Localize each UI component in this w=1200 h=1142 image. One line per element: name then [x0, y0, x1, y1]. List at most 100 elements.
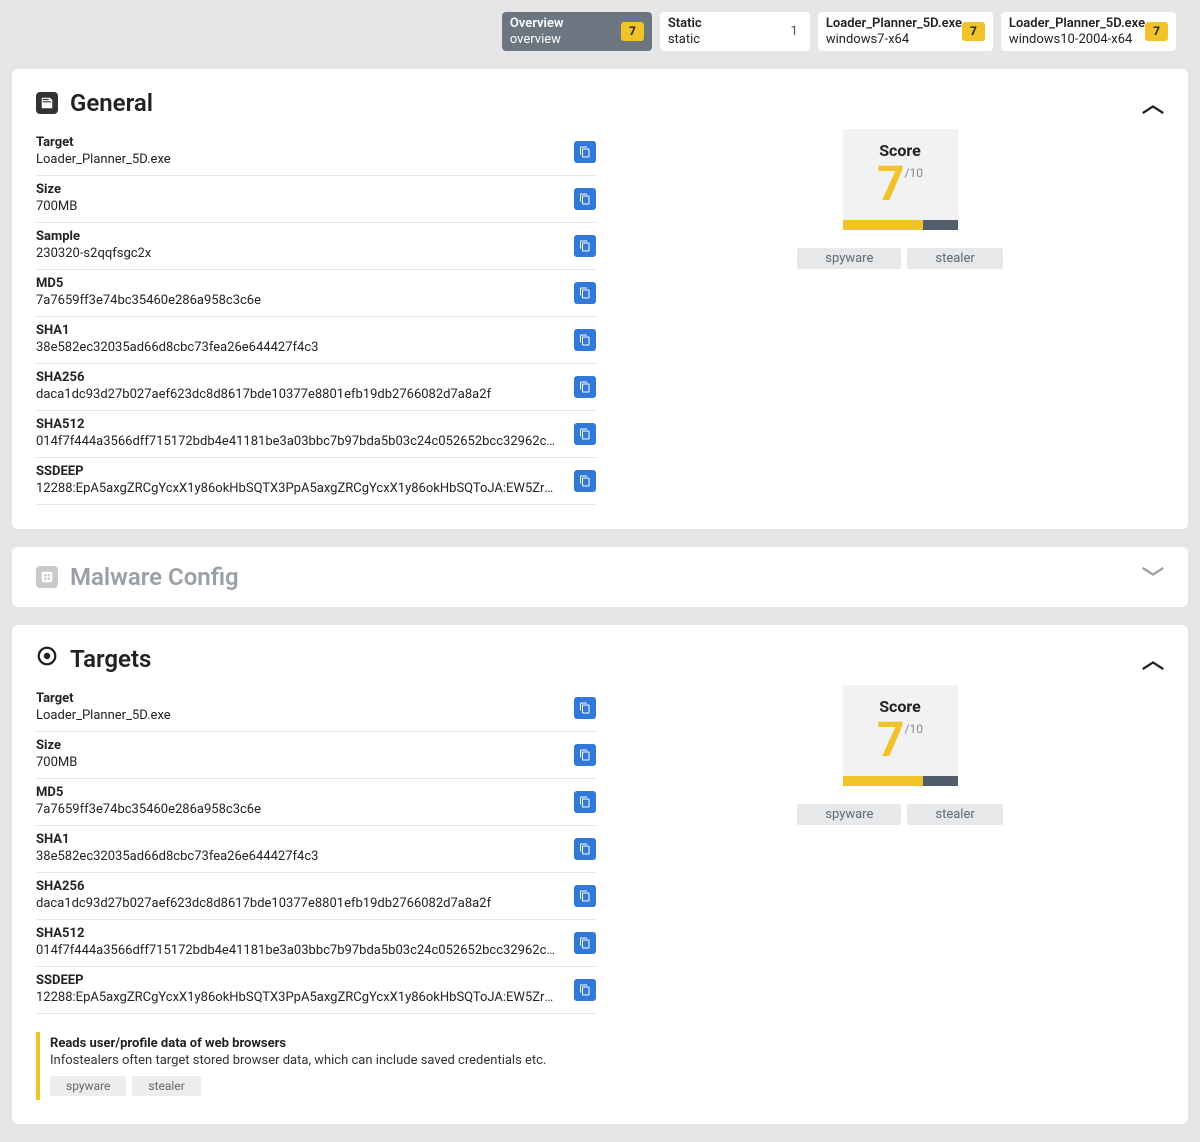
detail-row: SSDEEP12288:EpA5axgZRCgYcxX1y86okHbSQTX3…: [36, 458, 596, 505]
tab-1[interactable]: Staticstatic1: [660, 12, 810, 51]
copy-button[interactable]: [574, 376, 596, 398]
copy-button[interactable]: [574, 744, 596, 766]
task-tabs: Overviewoverview7Staticstatic1Loader_Pla…: [0, 0, 1200, 51]
copy-button[interactable]: [574, 697, 596, 719]
tab-badge: 7: [1145, 22, 1168, 40]
general-panel: General ︿ Target Loader_Planner_5D.exe Siz…: [12, 69, 1188, 529]
detail-value: daca1dc93d27b027aef623dc8d8617bde10377e8…: [36, 896, 556, 911]
detail-label: SHA512: [36, 926, 596, 941]
detail-label: MD5: [36, 276, 596, 291]
tab-badge: 1: [791, 24, 802, 40]
targets-panel-header[interactable]: Targets ︿: [36, 643, 1164, 675]
copy-button[interactable]: [574, 329, 596, 351]
indicator-title: Reads user/profile data of web browsers: [50, 1036, 1154, 1051]
detail-value: Loader_Planner_5D.exe: [36, 708, 556, 723]
detail-row: Size 700MB: [36, 176, 596, 223]
copy-button[interactable]: [574, 235, 596, 257]
tab-subtitle: windows10-2004-x64: [1009, 32, 1145, 48]
tab-subtitle: overview: [510, 32, 564, 48]
chevron-up-icon[interactable]: ︿: [1142, 643, 1164, 675]
copy-button[interactable]: [574, 141, 596, 163]
detail-value: 014f7f444a3566dff715172bdb4e41181be3a03b…: [36, 434, 556, 449]
detail-value: 38e582ec32035ad66d8cbc73fea26e644427f4c3: [36, 849, 556, 864]
general-details: Target Loader_Planner_5D.exe Size 700MB Samp…: [36, 129, 596, 505]
detail-label: SHA1: [36, 323, 596, 338]
detail-value: Loader_Planner_5D.exe: [36, 152, 556, 167]
detail-row: MD5 7a7659ff3e74bc35460e286a958c3c6e: [36, 270, 596, 317]
tag[interactable]: stealer: [907, 804, 1002, 825]
score-value: 7: [877, 160, 905, 208]
detail-row: SHA1 38e582ec32035ad66d8cbc73fea26e644427…: [36, 317, 596, 364]
detail-label: SHA256: [36, 879, 596, 894]
copy-button[interactable]: [574, 188, 596, 210]
tab-badge: 7: [621, 22, 644, 40]
tab-2[interactable]: Loader_Planner_5D.exewindows7-x647: [818, 12, 993, 51]
targets-heading: Targets: [70, 645, 151, 673]
detail-row: TargetLoader_Planner_5D.exe: [36, 685, 596, 732]
malware-config-heading: Malware Config: [70, 563, 239, 591]
malware-config-header[interactable]: Malware Config ﹀: [36, 561, 1164, 593]
detail-row: SHA138e582ec32035ad66d8cbc73fea26e644427…: [36, 826, 596, 873]
chevron-up-icon[interactable]: ︿: [1142, 87, 1164, 119]
general-heading: General: [70, 89, 153, 117]
detail-label: Target: [36, 135, 596, 150]
tab-3[interactable]: Loader_Planner_5D.exewindows10-2004-x647: [1001, 12, 1176, 51]
copy-button[interactable]: [574, 282, 596, 304]
general-panel-header[interactable]: General ︿: [36, 87, 1164, 119]
tab-subtitle: windows7-x64: [826, 32, 962, 48]
score-denom: /10: [905, 166, 923, 180]
detail-row: SHA512 014f7f444a3566dff715172bdb4e41181b…: [36, 411, 596, 458]
tag[interactable]: spyware: [797, 248, 901, 269]
score-value: 7: [877, 716, 905, 764]
copy-button[interactable]: [574, 791, 596, 813]
tag[interactable]: spyware: [797, 804, 901, 825]
tag[interactable]: stealer: [907, 248, 1002, 269]
chevron-down-icon[interactable]: ﹀: [1142, 561, 1164, 593]
detail-label: MD5: [36, 785, 596, 800]
detail-label: Size: [36, 738, 596, 753]
tag[interactable]: spyware: [50, 1076, 126, 1096]
detail-label: Sample: [36, 229, 596, 244]
detail-label: SHA256: [36, 370, 596, 385]
detail-label: Size: [36, 182, 596, 197]
targets-details: TargetLoader_Planner_5D.exeSize700MB MD5 7…: [36, 685, 596, 1014]
detail-row: Sample 230320-s2qqfsgc2x: [36, 223, 596, 270]
detail-label: SHA512: [36, 417, 596, 432]
target-icon: [36, 645, 58, 673]
tab-badge: 7: [962, 22, 985, 40]
detail-row: SHA256daca1dc93d27b027aef623dc8d8617bde1…: [36, 364, 596, 411]
copy-button[interactable]: [574, 885, 596, 907]
malware-config-panel: Malware Config ﹀: [12, 547, 1188, 607]
detail-value: 7a7659ff3e74bc35460e286a958c3c6e: [36, 802, 556, 817]
detail-row: Size700MB: [36, 732, 596, 779]
detail-row: SSDEEP 12288:EpA5axgZRCgYcxX1y86okHbSQTX3…: [36, 967, 596, 1014]
note-icon: [36, 92, 58, 114]
targets-score-card: Score 7/10: [843, 685, 958, 786]
copy-button[interactable]: [574, 979, 596, 1001]
indicator-description: Infostealers often target stored browser…: [50, 1053, 1154, 1068]
tab-title: Static: [668, 16, 702, 32]
tab-title: Loader_Planner_5D.exe: [1009, 16, 1145, 32]
tab-0[interactable]: Overviewoverview7: [502, 12, 652, 51]
indicator: Reads user/profile data of web browsers …: [36, 1032, 1164, 1100]
general-score-card: Score 7/10: [843, 129, 958, 230]
copy-button[interactable]: [574, 932, 596, 954]
detail-value: 700MB: [36, 199, 556, 214]
copy-button[interactable]: [574, 470, 596, 492]
detail-row: SHA512 014f7f444a3566dff715172bdb4e41181b…: [36, 920, 596, 967]
tag[interactable]: stealer: [132, 1076, 200, 1096]
copy-button[interactable]: [574, 838, 596, 860]
detail-label: SSDEEP: [36, 464, 596, 479]
detail-value: 014f7f444a3566dff715172bdb4e41181be3a03b…: [36, 943, 556, 958]
targets-panel: Targets ︿ TargetLoader_Planner_5D.exeSiz…: [12, 625, 1188, 1124]
score-denom: /10: [905, 722, 923, 736]
detail-value: 12288:EpA5axgZRCgYcxX1y86okHbSQTX3PpA5ax…: [36, 990, 556, 1005]
score-bar: [843, 220, 958, 230]
detail-label: SSDEEP: [36, 973, 596, 988]
detail-value: 7a7659ff3e74bc35460e286a958c3c6e: [36, 293, 556, 308]
copy-button[interactable]: [574, 423, 596, 445]
detail-value: 38e582ec32035ad66d8cbc73fea26e644427f4c3: [36, 340, 556, 355]
detail-row: MD5 7a7659ff3e74bc35460e286a958c3c6e: [36, 779, 596, 826]
score-bar: [843, 776, 958, 786]
detail-value: 230320-s2qqfsgc2x: [36, 246, 556, 261]
